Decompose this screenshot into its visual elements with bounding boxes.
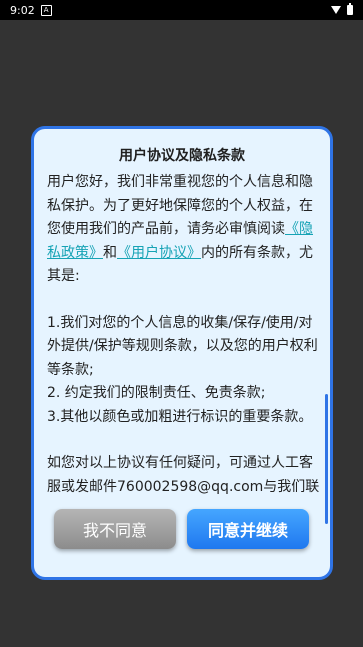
agreement-content[interactable]: 用户您好，我们非常重视您的个人信息和隐私保护。为了更好地保障您的个人权益，在您使… [47, 171, 322, 497]
clause-item-3: 3.其他以颜色或加粗进行标识的重要条款。 [47, 408, 313, 425]
contact-paragraph: 如您对以上协议有任何疑问，可通过人工客服或发邮件760002598@qq.com… [47, 455, 320, 495]
dialog-title: 用户协议及隐私条款 [119, 148, 245, 164]
content-scrollbar[interactable] [325, 394, 328, 524]
notification-a-icon: A [40, 4, 52, 16]
clause-item-2: 2. 约定我们的限制责任、免责条款; [47, 385, 266, 401]
accept-button[interactable]: 同意并继续 [187, 509, 309, 549]
decline-button[interactable]: 我不同意 [54, 509, 176, 549]
intro-text-1: 用户您好，我们非常重视您的个人信息和隐私保护。为了更好地保障您的个人权益，在您使… [47, 174, 313, 237]
intro-paragraph: 用户您好，我们非常重视您的个人信息和隐私保护。为了更好地保障您的个人权益，在您使… [47, 171, 322, 289]
status-time: 9:02 [10, 3, 35, 17]
wifi-icon [331, 6, 341, 14]
user-agreement-link[interactable]: 《用户协议》 [117, 245, 201, 261]
clause-item-1: 1.我们对您的个人信息的收集/保存/使用/对外提供/保护等规则条款，以及您的用户… [47, 314, 318, 378]
agreement-dialog: 用户协议及隐私条款 用户您好，我们非常重视您的个人信息和隐私保护。为了更好地保障… [31, 126, 333, 580]
and-text: 和 [103, 244, 117, 261]
status-bar: 9:02 A [0, 0, 363, 20]
battery-icon [347, 3, 353, 15]
modal-overlay: 用户协议及隐私条款 用户您好，我们非常重视您的个人信息和隐私保护。为了更好地保障… [0, 20, 363, 647]
